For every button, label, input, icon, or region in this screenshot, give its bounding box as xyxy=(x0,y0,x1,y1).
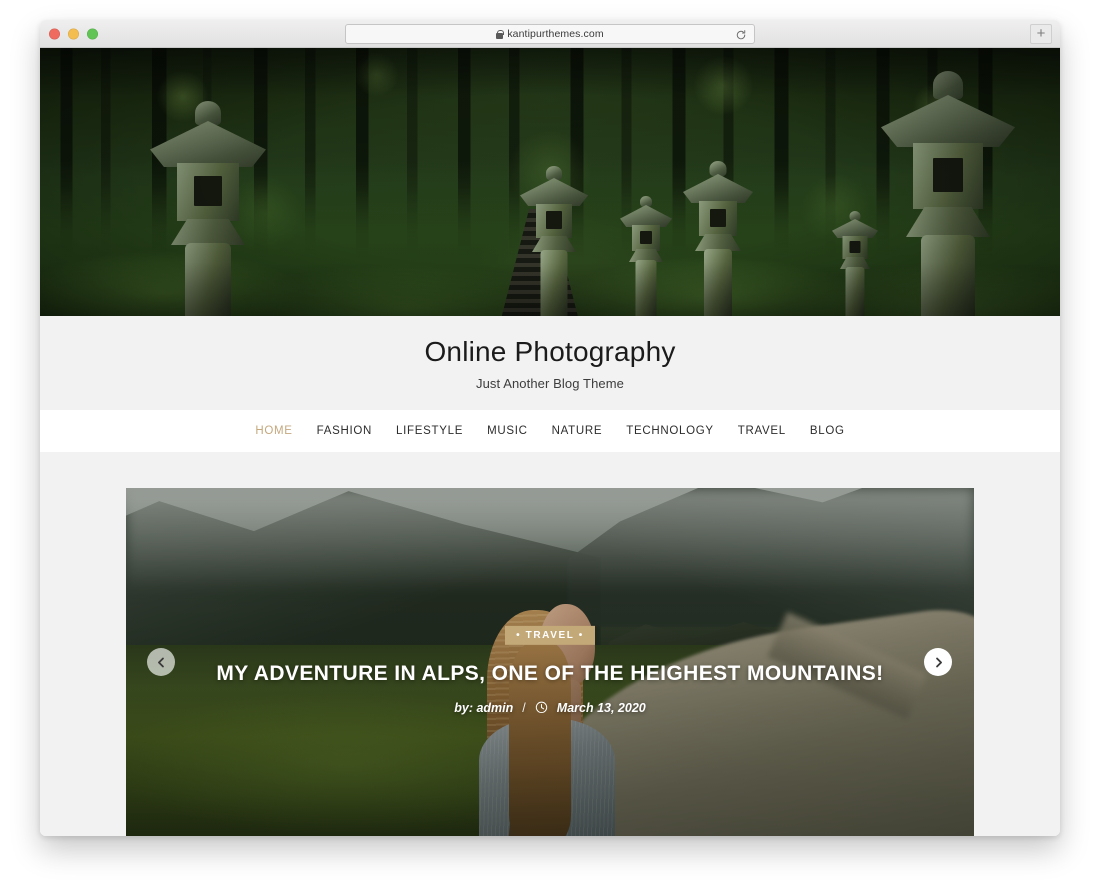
content-area: • TRAVEL • MY ADVENTURE IN ALPS, ONE OF … xyxy=(40,452,1060,836)
nav-item-home[interactable]: HOME xyxy=(243,425,304,437)
nav-item-technology[interactable]: TECHNOLOGY xyxy=(614,425,726,437)
site-tagline: Just Another Blog Theme xyxy=(475,376,625,392)
reload-icon[interactable] xyxy=(735,28,747,40)
slide-title[interactable]: MY ADVENTURE IN ALPS, ONE OF THE HEIGHES… xyxy=(206,661,894,687)
meta-separator: / xyxy=(522,700,526,715)
nav-item-lifestyle[interactable]: LIFESTYLE xyxy=(384,425,475,437)
hero-vignette xyxy=(40,48,1060,316)
slide-category-badge[interactable]: • TRAVEL • xyxy=(505,625,595,645)
slide-date: March 13, 2020 xyxy=(556,700,646,715)
slider-prev-button[interactable] xyxy=(147,648,175,676)
address-bar-content: kantipurthemes.com xyxy=(496,28,604,40)
slide-author: by: admin xyxy=(454,700,514,715)
window-traffic-lights xyxy=(49,28,98,39)
page-viewport: Online Photography Just Another Blog The… xyxy=(40,48,1060,836)
site-title: Online Photography xyxy=(424,335,676,367)
address-bar[interactable]: kantipurthemes.com xyxy=(345,24,755,44)
nav-item-nature[interactable]: NATURE xyxy=(540,425,615,437)
featured-slider: • TRAVEL • MY ADVENTURE IN ALPS, ONE OF … xyxy=(126,488,974,836)
clock-icon xyxy=(535,701,548,714)
nav-item-fashion[interactable]: FASHION xyxy=(305,425,384,437)
address-bar-url: kantipurthemes.com xyxy=(507,28,604,40)
slider-next-button[interactable] xyxy=(924,648,952,676)
new-tab-button[interactable]: + xyxy=(1030,24,1052,44)
lock-icon xyxy=(496,29,504,39)
site-branding: Online Photography Just Another Blog The… xyxy=(40,316,1060,410)
header-hero-image xyxy=(40,48,1060,316)
primary-navigation: HOME FASHION LIFESTYLE MUSIC NATURE TECH… xyxy=(40,410,1060,452)
browser-titlebar: kantipurthemes.com + xyxy=(40,20,1060,48)
nav-item-blog[interactable]: BLOG xyxy=(798,425,857,437)
browser-window: kantipurthemes.com + Online Photography … xyxy=(40,20,1060,836)
nav-item-travel[interactable]: TRAVEL xyxy=(726,425,798,437)
maximize-window-button[interactable] xyxy=(87,28,98,39)
minimize-window-button[interactable] xyxy=(68,28,79,39)
slide-meta: by: admin / March 13, 2020 xyxy=(206,701,894,715)
nav-item-music[interactable]: MUSIC xyxy=(475,425,540,437)
close-window-button[interactable] xyxy=(49,28,60,39)
slide-caption: • TRAVEL • MY ADVENTURE IN ALPS, ONE OF … xyxy=(126,625,974,715)
